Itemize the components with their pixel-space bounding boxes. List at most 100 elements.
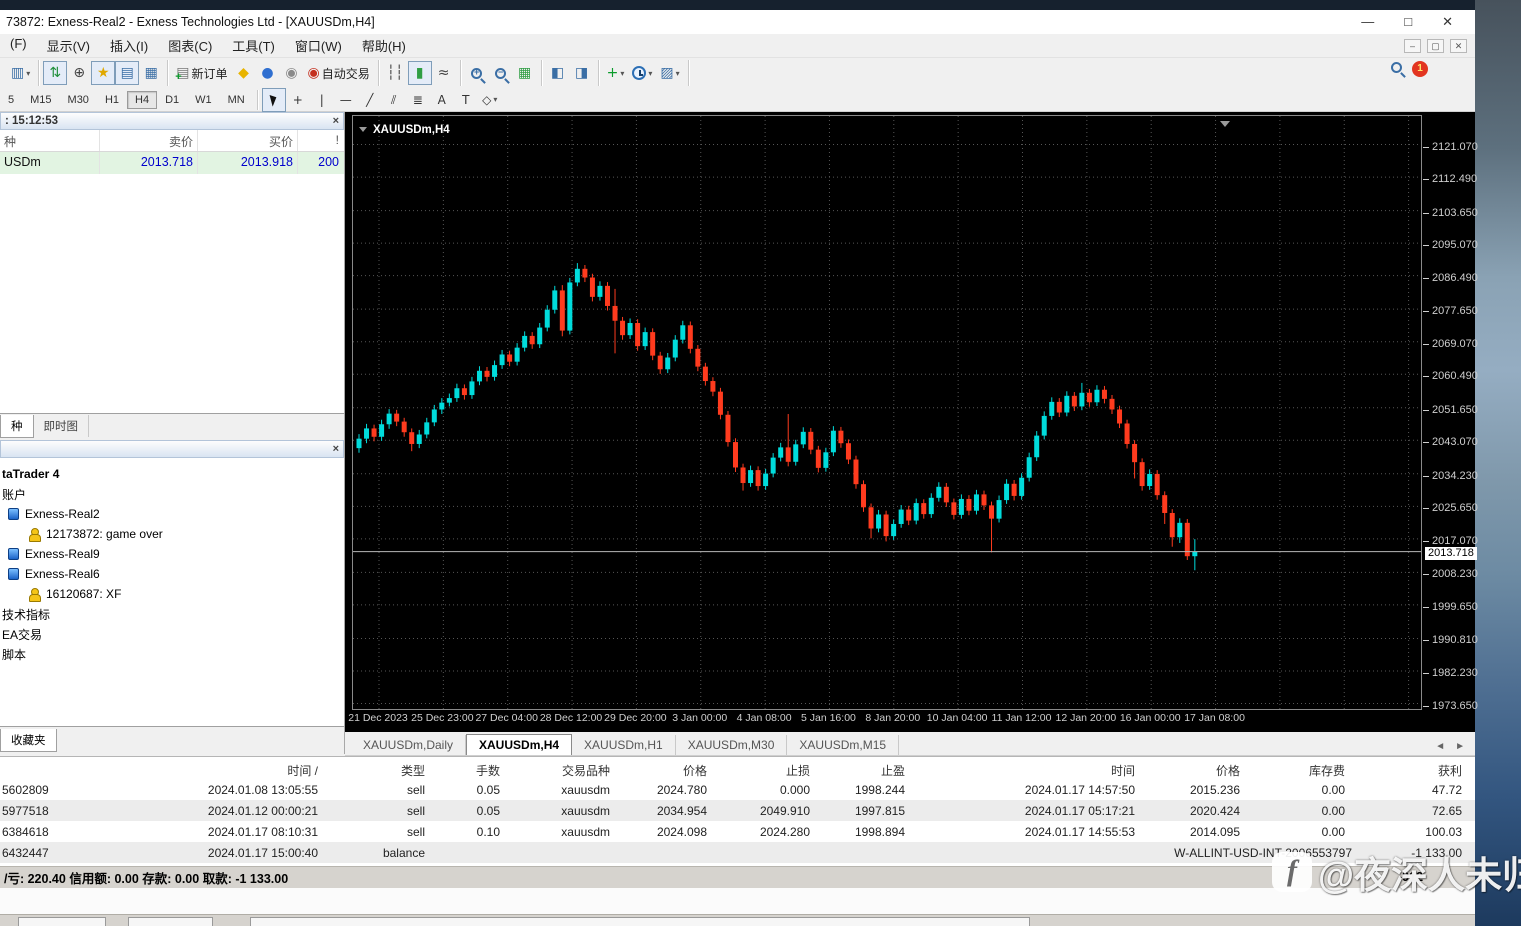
timeframe-w1[interactable]: W1 (187, 91, 220, 109)
text-tool[interactable]: A (430, 88, 454, 112)
bottom-tab-fragment[interactable] (128, 917, 213, 926)
maximize-button[interactable]: □ (1404, 14, 1412, 30)
market-watch-button[interactable]: ▤ (115, 61, 140, 85)
menu-item-1[interactable]: 显示(V) (37, 34, 100, 57)
child-restore-button[interactable]: ▢ (1427, 38, 1444, 53)
menu-item-3[interactable]: 图表(C) (158, 34, 222, 57)
server-icon (8, 568, 19, 580)
menu-item-5[interactable]: 窗口(W) (285, 34, 352, 57)
tree-item[interactable]: 技术指标 (0, 604, 344, 624)
timeframe-mn[interactable]: MN (220, 91, 253, 109)
scroll-right-icon[interactable]: ► (1455, 741, 1465, 752)
add-indicator-button[interactable]: + ▾ (603, 61, 629, 85)
timeframe-m15[interactable]: M15 (22, 91, 59, 109)
favorites-button[interactable]: ★ (91, 61, 116, 85)
price-axis[interactable]: 2121.070 2112.490 2103.650 2095.070 2086.490… (1423, 115, 1478, 712)
arrange-left-icon: ◧ (550, 65, 565, 81)
column-header-3[interactable]: ! (298, 130, 343, 151)
tree-item[interactable]: 脚本 (0, 644, 344, 664)
tab-favorites[interactable]: 收藏夹 (0, 729, 57, 752)
bottom-tab-fragment[interactable] (250, 917, 1030, 926)
arrange-left-button[interactable]: ◧ (546, 61, 570, 85)
menu-item-4[interactable]: 工具(T) (222, 34, 285, 57)
bottom-tab-fragment[interactable] (18, 917, 106, 926)
tree-item[interactable]: EA交易 (0, 624, 344, 644)
templates-button[interactable]: ▨ ▾ (656, 61, 683, 85)
menu-item-6[interactable]: 帮助(H) (352, 34, 416, 57)
crosshair-tool[interactable]: + (286, 88, 310, 112)
new-order-button-label: 新订单 (191, 66, 228, 81)
time-axis[interactable]: 21 Dec 2023 25 Dec 23:00 27 Dec 04:00 28 De… (348, 712, 1422, 730)
shapes-tool[interactable]: ◇ ▾ (478, 88, 502, 112)
tree-item[interactable]: 账户 (0, 484, 344, 504)
timeframe-d1[interactable]: D1 (157, 91, 187, 109)
price-tick-label: 2069.070 (1432, 337, 1478, 350)
news-button[interactable]: ◉ (280, 61, 304, 85)
child-close-button[interactable]: ✕ (1450, 38, 1467, 53)
tree-item[interactable]: Exness-Real2 (0, 504, 344, 524)
tab-种[interactable]: 种 (0, 415, 34, 438)
market-watch-titlebar[interactable]: : 15:12:53 × (0, 112, 344, 130)
line-chart-type-button[interactable]: ≈ (432, 61, 456, 85)
terminal-panel: 时间 / 类型 手数 交易品种 价格 止损 止盈 时间 价格 库存费 获利 5602809 2024.0… (0, 756, 1475, 866)
channel-tool[interactable]: ⫽ (382, 88, 406, 112)
fibonacci-tool-icon: ≣ (412, 92, 423, 107)
tree-item[interactable]: 12173872: game over (0, 524, 344, 544)
navigator-close-icon[interactable]: × (333, 443, 339, 455)
minimize-button[interactable]: — (1361, 14, 1374, 30)
chart-tab-m30[interactable]: XAUUSDm,M30 (676, 735, 788, 755)
trendline-tool[interactable]: ╱ (358, 88, 382, 112)
timeframe-h4[interactable]: H4 (127, 90, 158, 109)
autotrading-button[interactable]: ◉ 自动交易 (304, 61, 374, 85)
periods-button[interactable]: ▾ (628, 61, 656, 85)
symbol-row[interactable]: USDm 2013.718 2013.918 200 (0, 152, 344, 174)
chart-tab-h4[interactable]: XAUUSDm,H4 (466, 734, 573, 755)
cursor-tool[interactable] (261, 87, 286, 112)
crosshair-mode-button[interactable]: ⊕ (67, 61, 91, 85)
vertical-line-tool[interactable]: | (310, 88, 334, 112)
data-window-button[interactable]: ▦ (139, 61, 163, 85)
scroll-left-icon[interactable]: ◄ (1435, 741, 1445, 752)
arrange-right-button[interactable]: ◨ (570, 61, 594, 85)
price-tick-label: 2051.650 (1432, 403, 1478, 416)
menu-item-0[interactable]: (F) (0, 34, 37, 57)
child-minimize-button[interactable]: – (1404, 38, 1421, 53)
tree-item[interactable]: Exness-Real9 (0, 544, 344, 564)
new-order-button[interactable]: ▤ + 新订单 (172, 61, 231, 85)
tile-windows-button[interactable]: ▦ (513, 61, 537, 85)
price-tick-label: 2008.230 (1432, 568, 1478, 581)
chevron-down-icon[interactable] (359, 127, 367, 132)
timeframe-5[interactable]: 5 (0, 91, 22, 109)
indicators-button[interactable]: ◆ (232, 61, 256, 85)
timeframe-h1[interactable]: H1 (97, 91, 127, 109)
chart-tab-daily[interactable]: XAUUSDm,Daily (351, 735, 467, 755)
bar-chart-type-button[interactable]: ┆┆ (383, 61, 408, 85)
chart-tab-m15[interactable]: XAUUSDm,M15 (787, 735, 900, 755)
tree-item[interactable]: 16120687: XF (0, 584, 344, 604)
candlestick-plot[interactable]: XAUUSDm,H4 (352, 115, 1422, 710)
tab-即时图[interactable]: 即时图 (34, 415, 89, 437)
column-header-0[interactable]: 种 (0, 130, 100, 151)
close-button[interactable]: ✕ (1442, 14, 1453, 30)
menu-item-2[interactable]: 插入(I) (100, 34, 158, 57)
horizontal-line-tool[interactable]: — (334, 88, 358, 112)
zoom-in-button[interactable]: + (465, 61, 489, 85)
tree-item[interactable]: taTrader 4 (0, 464, 344, 484)
community-button[interactable]: ● (256, 61, 280, 85)
tree-item[interactable]: Exness-Real6 (0, 564, 344, 584)
chart-shift-marker[interactable] (1220, 121, 1231, 127)
chart-tab-h1[interactable]: XAUUSDm,H1 (572, 735, 676, 755)
search-icon[interactable] (1391, 62, 1402, 73)
new-chart-button[interactable]: ▥ ▾ (7, 61, 34, 85)
label-tool[interactable]: T (454, 88, 478, 112)
market-watch-close-icon[interactable]: × (333, 115, 339, 127)
candle-chart-type-button[interactable]: ▮ (407, 61, 432, 85)
timeframe-m30[interactable]: M30 (60, 91, 97, 109)
fibonacci-tool[interactable]: ≣ (406, 88, 430, 112)
column-header-1[interactable]: 卖价 (100, 130, 198, 151)
zoom-out-button[interactable]: − (489, 61, 513, 85)
profiles-button[interactable]: ⇅ (43, 61, 68, 85)
navigator-titlebar[interactable]: × (0, 440, 344, 458)
column-header-2[interactable]: 买价 (198, 130, 298, 151)
add-indicator-icon: + (606, 65, 619, 81)
